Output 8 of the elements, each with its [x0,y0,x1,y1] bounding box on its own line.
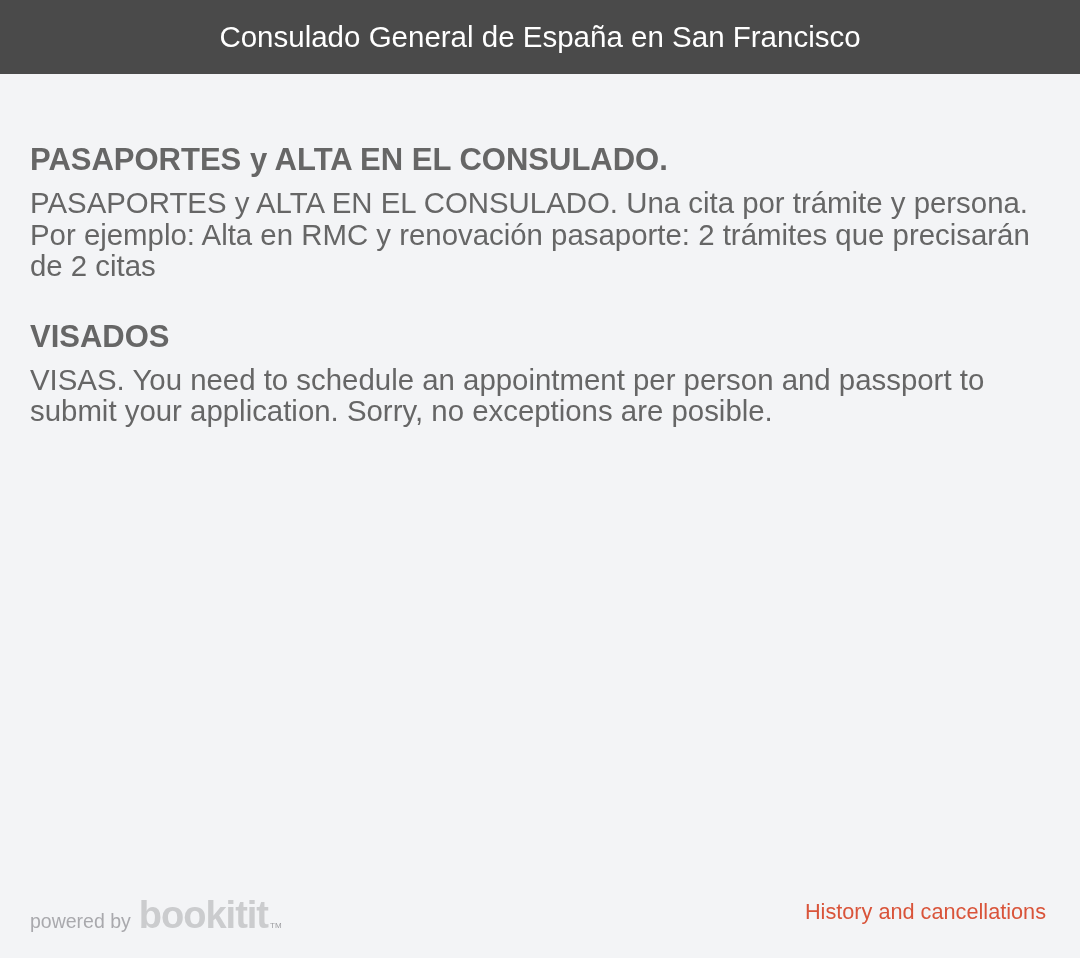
trademark-mark: TM [270,921,282,930]
history-cancellations-link[interactable]: History and cancellations [804,899,1046,925]
section-heading: PASAPORTES y ALTA EN EL CONSULADO. [30,143,669,177]
section-description: PASAPORTES y ALTA EN EL CONSULADO. Una cita por trámite y persona. Por ejemplo: Alta en RMC y renovación pasaporte: 2 trámites que precisarán de 2 citas [30,187,1031,282]
section-heading: VISADOS [30,319,171,354]
page-title: Consulado General de España en San Francisco [219,20,861,54]
section-description: VISAS. You need to schedule an appointment per person and passport to submit your application. Sorry, no exceptions are posible. [30,363,986,427]
powered-by-label: powered by [30,910,131,932]
